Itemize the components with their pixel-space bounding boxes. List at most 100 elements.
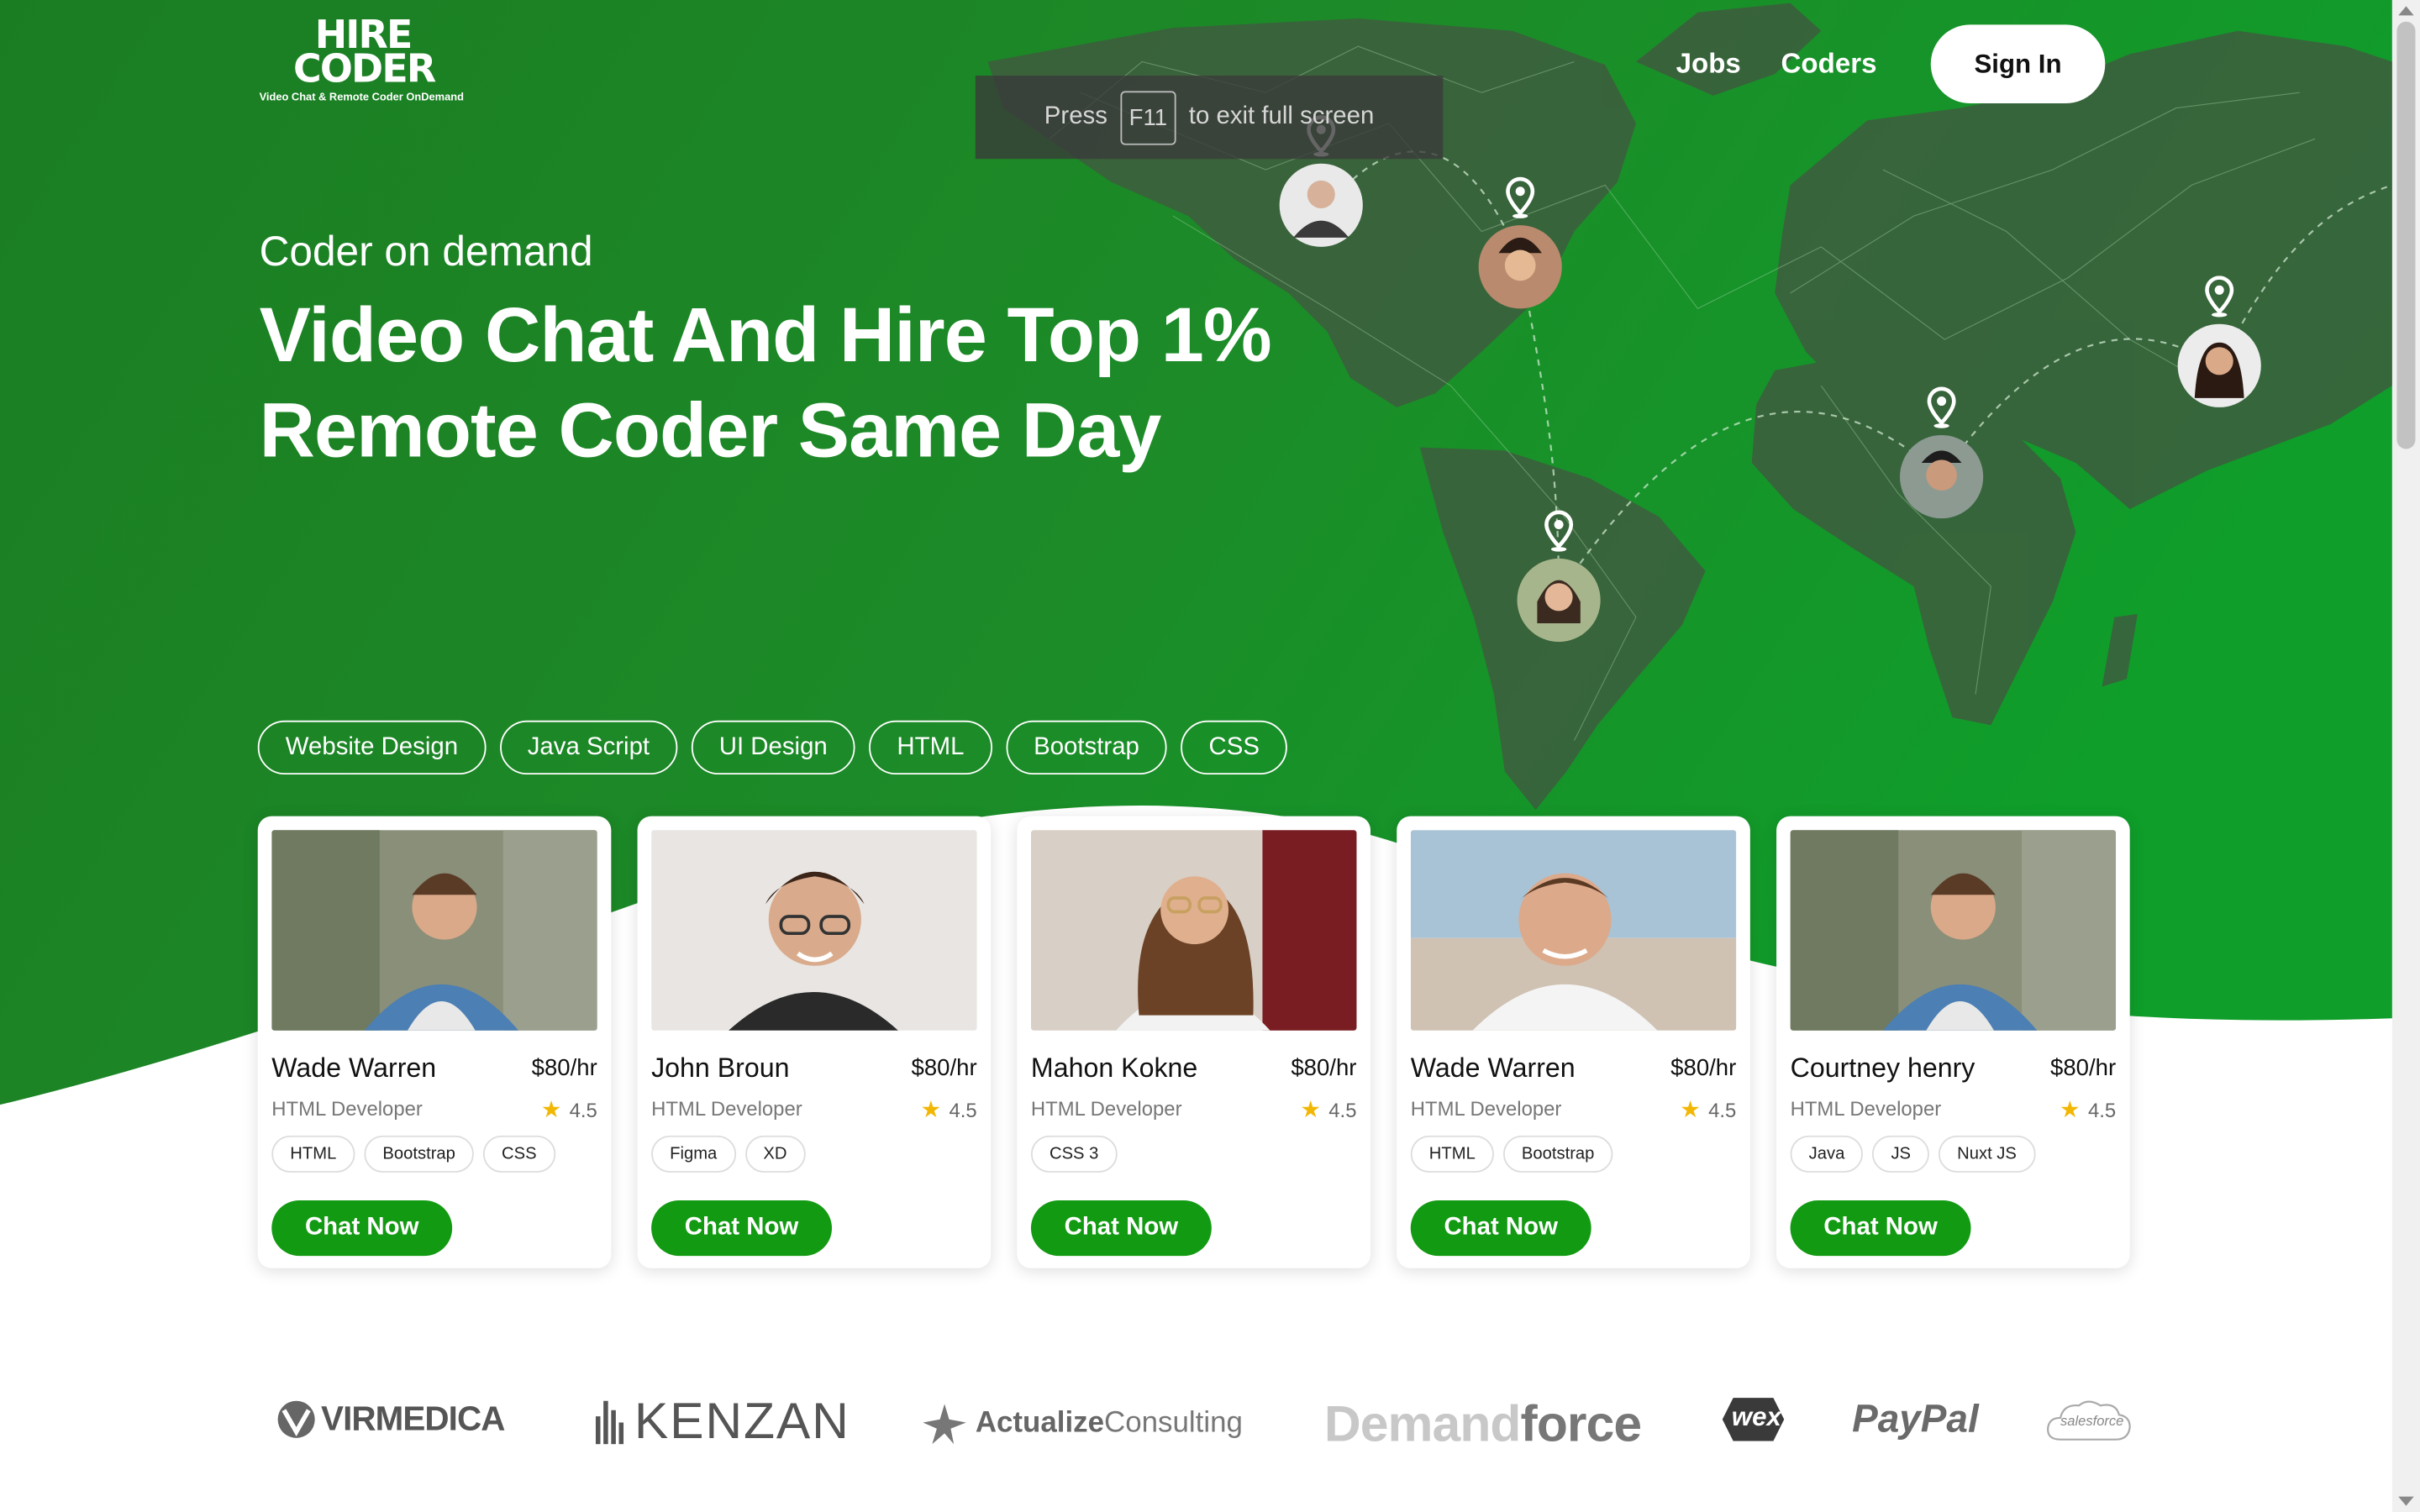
wex-text: wex <box>1731 1402 1781 1432</box>
map-pin-3[interactable] <box>1516 506 1602 655</box>
coder-rating: ★ 4.5 <box>921 1095 977 1123</box>
skill-badge: Nuxt JS <box>1939 1135 2035 1173</box>
coder-card[interactable]: John Broun $80/hr HTML Developer ★ 4.5 Fi… <box>637 816 992 1268</box>
kenzan-text: KENZAN <box>634 1391 850 1449</box>
hero-headline: Video Chat And Hire Top 1% Remote Coder … <box>259 287 1272 479</box>
hirecoder-logo[interactable]: HIRE CODER Video Chat & Remote Coder OnD… <box>259 15 476 111</box>
map-pin-5[interactable] <box>2176 271 2263 421</box>
chip-ui-design[interactable]: UI Design <box>691 720 855 775</box>
demandforce-text-a: Demand <box>1323 1394 1522 1452</box>
scroll-down-arrow-icon[interactable] <box>2398 1496 2414 1506</box>
skill-badge: Bootstrap <box>364 1135 474 1173</box>
coder-rate: $80/hr <box>1291 1055 1357 1082</box>
coder-role: HTML Developer <box>271 1096 423 1121</box>
coder-rate: $80/hr <box>1670 1055 1737 1082</box>
coder-card[interactable]: Wade Warren $80/hr HTML Developer ★ 4.5 H… <box>1397 816 1750 1268</box>
coder-photo <box>1030 830 1357 1031</box>
coder-photo <box>1790 830 2117 1031</box>
scrollbar-thumb[interactable] <box>2396 21 2416 449</box>
avatar-pin-5 <box>2177 276 2261 407</box>
vertical-scrollbar[interactable] <box>2391 0 2420 1512</box>
hero-headline-line-2: Remote Coder Same Day <box>259 387 1162 474</box>
coder-rating: ★ 4.5 <box>1680 1095 1736 1123</box>
map-pin-2[interactable] <box>1477 173 1564 323</box>
chat-now-button[interactable]: Chat Now <box>651 1200 832 1257</box>
avatar-pin-2 <box>1478 176 1562 309</box>
hero-section: HIRE CODER Video Chat & Remote Coder OnD… <box>0 0 2392 1512</box>
partner-logos: VIRMEDICA KENZAN Actualize Consulting Dem… <box>0 1373 2392 1482</box>
coder-name: John Broun <box>651 1052 790 1084</box>
sign-in-button[interactable]: Sign In <box>1930 24 2106 104</box>
star-icon: ★ <box>540 1096 562 1124</box>
actualize-logo: Actualize Consulting <box>920 1401 1243 1447</box>
skill-badge: Figma <box>651 1135 736 1173</box>
logo-line-2: CODER <box>292 46 436 92</box>
chat-now-button[interactable]: Chat Now <box>271 1200 453 1257</box>
coder-skills: CSS 3 <box>1030 1135 1118 1173</box>
fullscreen-hint-press: Press <box>1044 103 1107 130</box>
coder-card[interactable]: Mahon Kokne $80/hr HTML Developer ★ 4.5 C… <box>1017 816 1371 1268</box>
kenzan-logo: KENZAN <box>594 1392 850 1451</box>
main-nav: Jobs Coders Sign In <box>1676 24 2106 104</box>
skill-badge: HTML <box>271 1135 355 1173</box>
coder-card[interactable]: Wade Warren $80/hr HTML Developer ★ 4.5 H… <box>257 816 612 1268</box>
virmedica-logo: VIRMEDICA <box>275 1398 505 1441</box>
fullscreen-hint-text: to exit full screen <box>1188 103 1375 130</box>
nav-coders-link[interactable]: Coders <box>1781 48 1877 81</box>
virmedica-text: VIRMEDICA <box>321 1399 505 1438</box>
coder-rating: ★ 4.5 <box>1300 1095 1356 1123</box>
skill-badge: CSS <box>482 1135 555 1173</box>
wex-logo: wex <box>1721 1394 1786 1444</box>
coder-rate: $80/hr <box>2050 1055 2117 1082</box>
skill-badge: JS <box>1872 1135 1930 1173</box>
chat-now-button[interactable]: Chat Now <box>1030 1200 1212 1257</box>
demandforce-logo: Demand force <box>1323 1394 1642 1453</box>
hero-kicker: Coder on demand <box>259 228 593 275</box>
coder-rating-value: 4.5 <box>2087 1097 2117 1121</box>
coder-name: Wade Warren <box>271 1052 437 1084</box>
coder-card[interactable]: Courtney henry $80/hr HTML Developer ★ 4.… <box>1776 816 2130 1268</box>
coder-rating-value: 4.5 <box>569 1097 597 1121</box>
map-pin-4[interactable] <box>1898 383 1985 533</box>
coder-role: HTML Developer <box>1790 1096 1942 1121</box>
coder-rate: $80/hr <box>911 1055 977 1082</box>
chip-css[interactable]: CSS <box>1181 720 1288 775</box>
actualize-star-icon <box>923 1404 966 1445</box>
star-icon: ★ <box>1680 1096 1701 1124</box>
avatar-pin-3 <box>1517 510 1601 643</box>
paypal-text: PayPal <box>1852 1398 1979 1441</box>
coder-photo <box>271 830 597 1031</box>
chip-bootstrap[interactable]: Bootstrap <box>1006 720 1167 775</box>
coder-skills: HTML Bootstrap CSS <box>271 1135 555 1173</box>
actualize-text-a: Actualize <box>975 1407 1105 1440</box>
coder-rating: ★ 4.5 <box>2060 1095 2116 1123</box>
skill-badge: XD <box>744 1135 806 1173</box>
coder-role: HTML Developer <box>651 1096 802 1121</box>
coder-skills: HTML Bootstrap <box>1410 1135 1613 1173</box>
coder-rate: $80/hr <box>531 1055 597 1082</box>
nav-jobs-link[interactable]: Jobs <box>1676 48 1741 81</box>
coder-rating-value: 4.5 <box>949 1097 977 1121</box>
coder-rating: ★ 4.5 <box>541 1095 597 1123</box>
skill-badge: HTML <box>1410 1135 1494 1173</box>
avatar-pin-4 <box>1900 386 1984 519</box>
coder-photo <box>651 830 977 1031</box>
chip-website-design[interactable]: Website Design <box>257 720 487 775</box>
chip-html[interactable]: HTML <box>869 720 992 775</box>
kenzan-mark-icon <box>595 1400 624 1445</box>
chat-now-button[interactable]: Chat Now <box>1790 1200 1971 1257</box>
paypal-logo: PayPal <box>1852 1398 1979 1442</box>
star-icon: ★ <box>920 1096 942 1124</box>
skill-filter-chips: Website Design Java Script UI Design HTM… <box>257 720 1288 775</box>
chip-java-script[interactable]: Java Script <box>499 720 678 775</box>
skill-badge: CSS 3 <box>1030 1135 1118 1173</box>
coder-name: Mahon Kokne <box>1030 1052 1198 1084</box>
skill-badge: Java <box>1790 1135 1864 1173</box>
coder-rating-value: 4.5 <box>1328 1097 1357 1121</box>
coder-name: Wade Warren <box>1410 1052 1576 1084</box>
chat-now-button[interactable]: Chat Now <box>1410 1200 1591 1257</box>
salesforce-text: salesforce <box>2060 1413 2124 1429</box>
scroll-up-arrow-icon[interactable] <box>2398 6 2414 16</box>
coder-rating-value: 4.5 <box>1708 1097 1737 1121</box>
logo-tagline: Video Chat & Remote Coder OnDemand <box>259 92 464 104</box>
